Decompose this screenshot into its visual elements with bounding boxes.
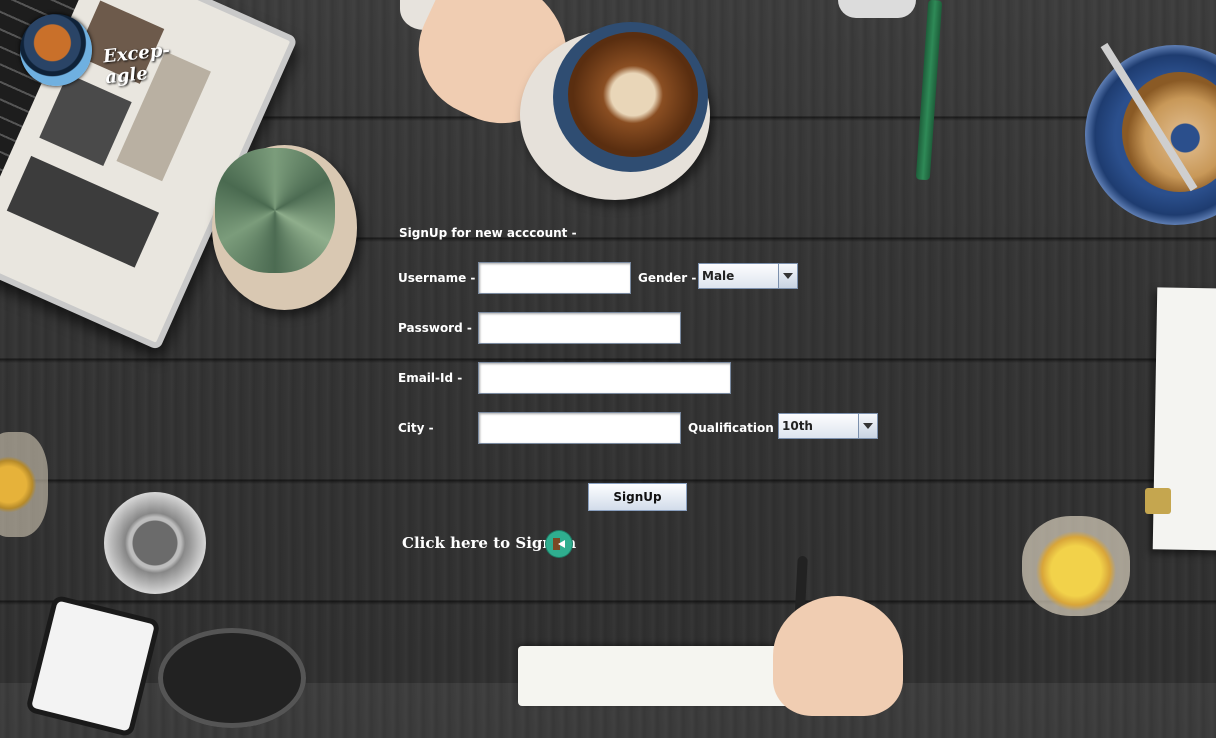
- qualification-label: Qualification -: [688, 421, 783, 435]
- latte-art-photo: [568, 32, 698, 157]
- cactus-photo: [215, 148, 335, 273]
- tea-glass-photo: [0, 432, 48, 537]
- lemon-tea-photo: [1022, 516, 1130, 616]
- writing-hand-photo: [773, 596, 903, 716]
- username-input[interactable]: [478, 262, 631, 294]
- egg-photo: [838, 0, 916, 18]
- logo-text: Excep-agle: [102, 39, 171, 89]
- app-logo: Excep-agle: [20, 14, 190, 94]
- email-label: Email-Id -: [398, 371, 463, 385]
- qualification-selected-value: 10th: [782, 419, 813, 433]
- jug-photo: [158, 628, 306, 728]
- sign-in-door-icon[interactable]: [546, 531, 572, 557]
- city-label: City -: [398, 421, 434, 435]
- gender-label: Gender -: [638, 271, 697, 285]
- signup-button[interactable]: SignUp: [588, 483, 687, 511]
- password-label: Password -: [398, 321, 472, 335]
- city-input[interactable]: [478, 412, 681, 444]
- water-glass-photo: [104, 492, 206, 594]
- gender-select[interactable]: Male: [698, 263, 798, 289]
- binder-clip-photo: [1145, 488, 1171, 514]
- green-pen-photo: [915, 0, 943, 181]
- username-label: Username -: [398, 271, 476, 285]
- qualification-select[interactable]: 10th: [778, 413, 878, 439]
- form-heading: SignUp for new acccount -: [399, 226, 577, 240]
- eagle-logo-icon: [20, 14, 92, 86]
- email-input[interactable]: [478, 362, 731, 394]
- gender-selected-value: Male: [702, 269, 735, 283]
- phone-photo: [25, 594, 161, 738]
- chevron-down-icon[interactable]: [778, 264, 797, 288]
- password-input[interactable]: [478, 312, 681, 344]
- chevron-down-icon[interactable]: [858, 414, 877, 438]
